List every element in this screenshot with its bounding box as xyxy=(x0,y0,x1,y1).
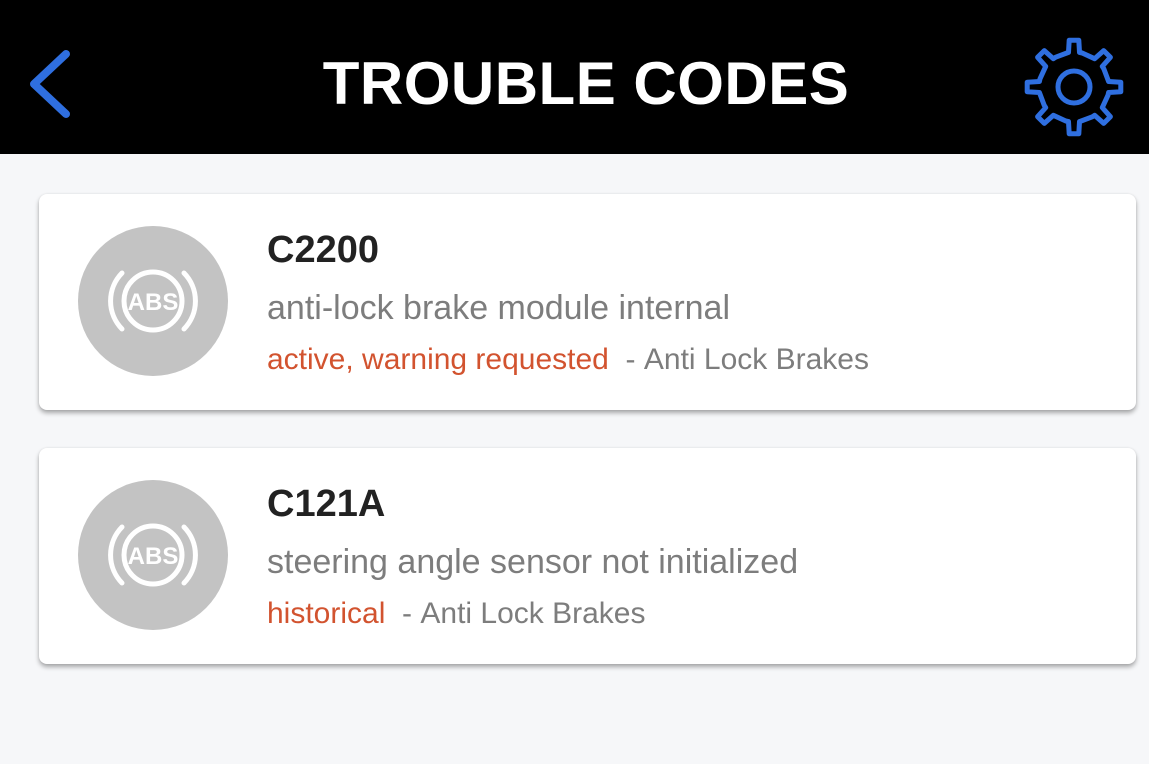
code-description: anti-lock brake module internal xyxy=(267,289,731,327)
code-description: steering angle sensor not initialized xyxy=(267,543,799,581)
trouble-code-card[interactable]: ABS C2200 anti-lock brake module interna… xyxy=(39,194,1136,410)
code-meta: historical - Anti Lock Brakes xyxy=(267,596,646,632)
gear-icon xyxy=(1024,37,1124,137)
code-status: historical xyxy=(267,597,386,630)
meta-separator: - xyxy=(402,597,413,630)
code-status: active, warning requested xyxy=(267,343,609,376)
meta-separator: - xyxy=(625,343,636,376)
abs-icon-text: ABS xyxy=(128,543,179,570)
code-module: Anti Lock Brakes xyxy=(643,343,869,376)
abs-icon-text: ABS xyxy=(128,289,179,316)
abs-warning-icon: ABS xyxy=(78,226,228,376)
trouble-code: C2200 xyxy=(267,229,379,271)
code-meta: active, warning requested - Anti Lock Br… xyxy=(267,342,869,378)
top-nav-bar: TROUBLE CODES xyxy=(0,0,1149,154)
page-title: TROUBLE CODES xyxy=(322,50,850,117)
abs-warning-icon: ABS xyxy=(78,480,228,630)
trouble-code-card[interactable]: ABS C121A steering angle sensor not init… xyxy=(39,448,1136,664)
code-module: Anti Lock Brakes xyxy=(420,597,646,630)
trouble-code: C121A xyxy=(267,483,386,525)
settings-button[interactable] xyxy=(1020,34,1128,140)
